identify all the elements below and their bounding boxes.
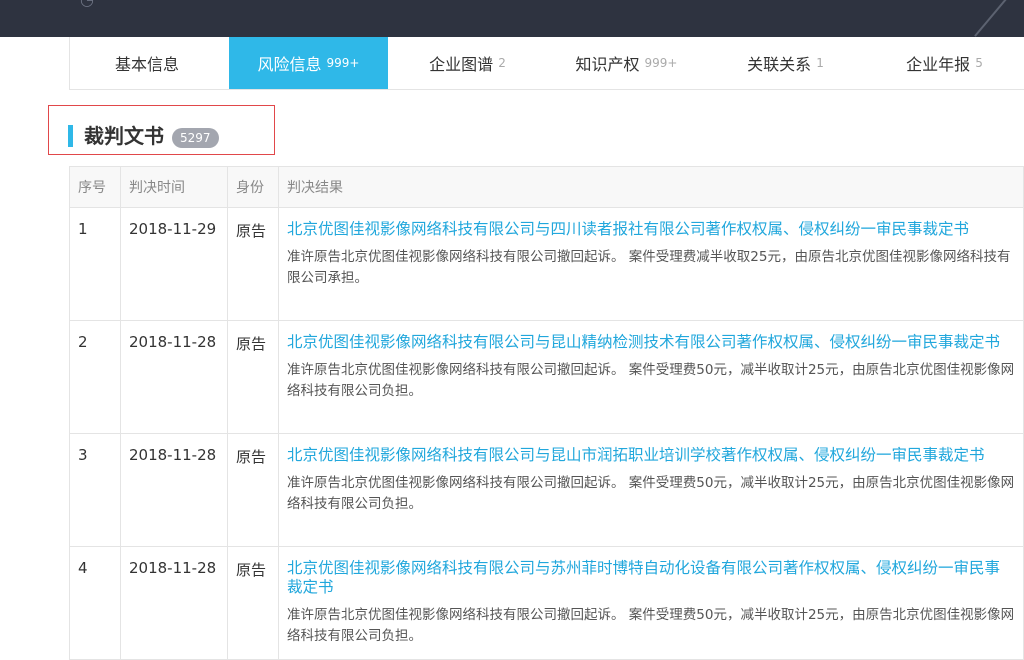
table-row: 4 2018-11-28 原告 北京优图佳视影像网络科技有限公司与苏州菲时博特自… [69,546,1024,660]
tab-intellectual-property[interactable]: 知识产权 999+ [547,37,706,89]
tab-count: 999+ [644,56,678,70]
tab-label: 基本信息 [114,55,179,74]
tab-annual-reports[interactable]: 企业年报 5 [865,37,1024,89]
section-title: 裁判文书 [84,124,164,148]
tab-label: 企业图谱 [429,55,494,74]
judgment-table: 序号 判决时间 身份 判决结果 1 2018-11-29 原告 北京优图佳视影像… [69,166,1024,660]
cell-role: 原告 [227,546,279,660]
judgment-summary: 准许原告北京优图佳视影像网络科技有限公司撤回起诉。 案件受理费50元，减半收取计… [287,475,1015,512]
tab-label: 关联关系 [747,55,812,74]
cell-result: 北京优图佳视影像网络科技有限公司与苏州菲时博特自动化设备有限公司著作权权属、侵权… [278,546,1024,660]
cell-date: 2018-11-28 [120,546,228,660]
header-decoration [974,0,1008,37]
judgment-summary: 准许原告北京优图佳视影像网络科技有限公司撤回起诉。 案件受理费减半收取25元，由… [287,249,1011,286]
column-header-date: 判决时间 [120,166,228,208]
column-header-index: 序号 [69,166,121,208]
tab-basic-info[interactable]: 基本信息 [70,37,229,89]
cell-index: 2 [69,320,121,434]
cell-role: 原告 [227,207,279,321]
judgment-title-link[interactable]: 北京优图佳视影像网络科技有限公司与苏州菲时博特自动化设备有限公司著作权权属、侵权… [287,559,1015,597]
cell-date: 2018-11-28 [120,433,228,547]
header-partial-icon: ◔ [80,0,180,10]
cell-result: 北京优图佳视影像网络科技有限公司与昆山市润拓职业培训学校著作权权属、侵权纠纷一审… [278,433,1024,547]
cell-index: 4 [69,546,121,660]
tab-label: 知识产权 [575,55,640,74]
cell-index: 3 [69,433,121,547]
table-header-row: 序号 判决时间 身份 判决结果 [69,166,1024,208]
tab-count: 5 [975,56,983,70]
tab-enterprise-graph[interactable]: 企业图谱 2 [388,37,547,89]
table-row: 1 2018-11-29 原告 北京优图佳视影像网络科技有限公司与四川读者报社有… [69,207,1024,321]
cell-result: 北京优图佳视影像网络科技有限公司与四川读者报社有限公司著作权权属、侵权纠纷一审民… [278,207,1024,321]
cell-index: 1 [69,207,121,321]
judgment-title-link[interactable]: 北京优图佳视影像网络科技有限公司与昆山精纳检测技术有限公司著作权权属、侵权纠纷一… [287,333,1015,352]
judgment-title-link[interactable]: 北京优图佳视影像网络科技有限公司与昆山市润拓职业培训学校著作权权属、侵权纠纷一审… [287,446,1015,465]
section-accent-bar [68,125,73,147]
column-header-role: 身份 [227,166,279,208]
tab-count: 2 [498,56,506,70]
column-header-result: 判决结果 [278,166,1024,208]
cell-date: 2018-11-28 [120,320,228,434]
table-row: 2 2018-11-28 原告 北京优图佳视影像网络科技有限公司与昆山精纳检测技… [69,320,1024,434]
tab-label: 风险信息 [257,55,322,74]
tab-count: 1 [816,56,824,70]
tab-risk-info[interactable]: 风险信息 999+ [229,37,388,89]
cell-date: 2018-11-29 [120,207,228,321]
company-tabs: 基本信息 风险信息 999+ 企业图谱 2 知识产权 999+ 关联关系 1 企业年报 5 [69,37,1024,90]
section-count-badge: 5297 [172,128,219,148]
top-header-bar: ◔ [0,0,1024,37]
cell-result: 北京优图佳视影像网络科技有限公司与昆山精纳检测技术有限公司著作权权属、侵权纠纷一… [278,320,1024,434]
section-header-judgments: 裁判文书 5297 [48,105,275,155]
judgment-summary: 准许原告北京优图佳视影像网络科技有限公司撤回起诉。 案件受理费50元，减半收取计… [287,362,1015,399]
tab-count: 999+ [326,56,360,70]
judgment-summary: 准许原告北京优图佳视影像网络科技有限公司撤回起诉。 案件受理费50元，减半收取计… [287,607,1015,644]
table-row: 3 2018-11-28 原告 北京优图佳视影像网络科技有限公司与昆山市润拓职业… [69,433,1024,547]
judgment-title-link[interactable]: 北京优图佳视影像网络科技有限公司与四川读者报社有限公司著作权权属、侵权纠纷一审民… [287,220,1015,239]
cell-role: 原告 [227,320,279,434]
cell-role: 原告 [227,433,279,547]
tab-related-parties[interactable]: 关联关系 1 [706,37,865,89]
tab-label: 企业年报 [906,55,971,74]
